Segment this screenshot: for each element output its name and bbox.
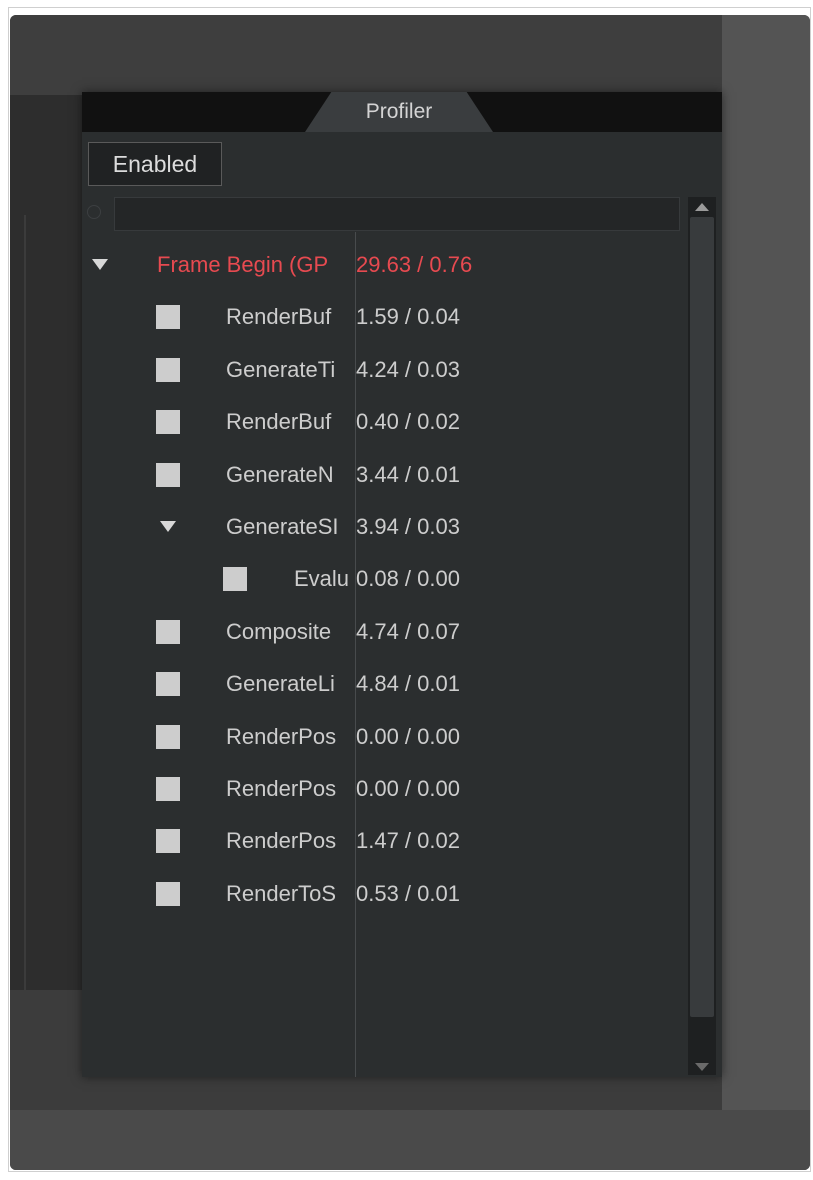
scroll-down-icon[interactable] bbox=[690, 1059, 714, 1075]
node-square-icon[interactable] bbox=[156, 462, 180, 487]
tree-row-timing: 4.74 / 0.07 bbox=[356, 618, 460, 644]
filter-input[interactable] bbox=[114, 197, 680, 231]
tree-row[interactable]: RenderPos 0.00 / 0.00 bbox=[82, 769, 682, 809]
background-footer bbox=[10, 1110, 810, 1170]
tree-row[interactable]: RenderPos 0.00 / 0.00 bbox=[82, 717, 682, 757]
tree-row-name: RenderPos bbox=[226, 776, 337, 801]
tree-row-timing: 0.00 / 0.00 bbox=[356, 776, 460, 801]
expand-triangle-icon[interactable] bbox=[92, 259, 108, 270]
node-square-icon[interactable] bbox=[156, 881, 180, 906]
tree-row-timing: 0.40 / 0.02 bbox=[356, 409, 460, 435]
node-square-icon[interactable] bbox=[223, 567, 247, 592]
tree-row[interactable]: Composite 4.74 / 0.07 bbox=[82, 612, 682, 652]
node-square-icon[interactable] bbox=[156, 829, 180, 854]
node-square-icon[interactable] bbox=[156, 410, 180, 435]
tree-row-name: Composite bbox=[226, 618, 332, 644]
node-square-icon[interactable] bbox=[156, 724, 180, 749]
tree-row[interactable]: Frame Begin (GP 29.63 / 0.76 bbox=[82, 245, 682, 285]
scrollbar-thumb[interactable] bbox=[690, 217, 714, 1017]
node-square-icon[interactable] bbox=[156, 777, 180, 801]
tree-row-name: RenderPos bbox=[226, 723, 337, 749]
tree-row-name: Frame Begin (GP bbox=[157, 252, 329, 277]
tree-row-timing: 3.44 / 0.01 bbox=[356, 461, 460, 487]
background-toolbar bbox=[10, 15, 722, 95]
enabled-button[interactable]: Enabled bbox=[88, 142, 222, 186]
tree-row[interactable]: RenderPos 1.47 / 0.02 bbox=[82, 821, 682, 861]
tree-row-name: RenderBuf bbox=[226, 304, 332, 330]
tree-row-name: GenerateN bbox=[226, 461, 334, 487]
tree-row-name: GenerateLi bbox=[226, 671, 335, 697]
tree-row-timing: 4.24 / 0.03 bbox=[356, 356, 460, 382]
tree-row-name: GenerateTi bbox=[226, 356, 336, 382]
node-square-icon[interactable] bbox=[156, 305, 180, 330]
tab-bar: Profiler bbox=[82, 92, 722, 132]
tree-row-timing: 1.47 / 0.02 bbox=[356, 828, 460, 854]
tree-row-timing: 29.63 / 0.76 bbox=[356, 252, 473, 277]
profiler-panel: Profiler Enabled Frame Begin (GP 29.63 / … bbox=[82, 92, 722, 1077]
tree-row-name: GenerateSI bbox=[226, 514, 339, 539]
tree-row-timing: 4.84 / 0.01 bbox=[356, 671, 460, 697]
tree-row-name: RenderPos bbox=[226, 828, 337, 854]
node-square-icon[interactable] bbox=[156, 619, 180, 644]
tree-row[interactable]: GenerateSI 3.94 / 0.03 bbox=[82, 507, 682, 547]
tree-row-timing: 0.53 / 0.01 bbox=[356, 880, 460, 906]
tree-row-timing: 1.59 / 0.04 bbox=[356, 304, 460, 330]
tree-row[interactable]: GenerateN 3.44 / 0.01 bbox=[82, 455, 682, 495]
background-divider bbox=[24, 215, 26, 1015]
node-square-icon[interactable] bbox=[156, 357, 180, 382]
tree-row[interactable]: GenerateTi 4.24 / 0.03 bbox=[82, 350, 682, 390]
tree-row[interactable]: RenderBuf 1.59 / 0.04 bbox=[82, 297, 682, 337]
tree-row[interactable]: GenerateLi 4.84 / 0.01 bbox=[82, 664, 682, 704]
scroll-up-icon[interactable] bbox=[690, 199, 714, 215]
vertical-scrollbar[interactable] bbox=[688, 197, 716, 1075]
node-square-icon[interactable] bbox=[156, 672, 180, 697]
tree-row-timing: 0.00 / 0.00 bbox=[356, 723, 460, 749]
tree-row-name: Evalu bbox=[294, 566, 350, 592]
tab-profiler[interactable]: Profiler bbox=[305, 92, 493, 132]
filter-radio[interactable] bbox=[87, 205, 101, 219]
tree-row-name: RenderToS bbox=[226, 880, 337, 906]
background-left-panel bbox=[10, 95, 82, 1015]
tree-row-name: RenderBuf bbox=[226, 409, 332, 435]
background-right-strip bbox=[722, 15, 810, 1170]
tree-row[interactable]: RenderBuf 0.40 / 0.02 bbox=[82, 402, 682, 442]
tree-row-timing: 0.08 / 0.00 bbox=[356, 566, 460, 592]
tree-row[interactable]: Evalu 0.08 / 0.00 bbox=[82, 559, 682, 599]
tree-row[interactable]: RenderToS 0.53 / 0.01 bbox=[82, 874, 682, 914]
expand-triangle-icon[interactable] bbox=[160, 521, 176, 532]
tree-row-timing: 3.94 / 0.03 bbox=[356, 514, 460, 539]
